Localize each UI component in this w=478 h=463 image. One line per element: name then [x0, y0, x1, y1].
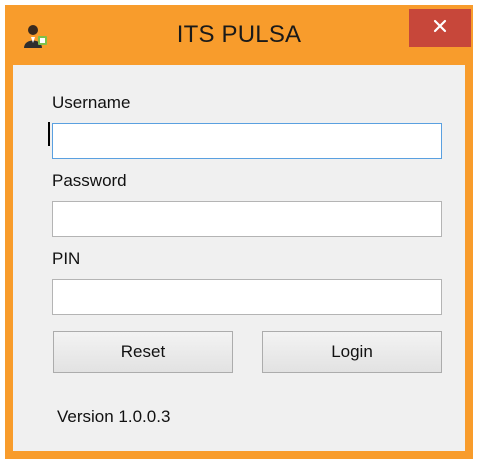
close-icon [433, 19, 447, 38]
pin-label: PIN [52, 249, 81, 268]
title-bar: ITS PULSA [5, 5, 473, 65]
password-label: Password [52, 171, 127, 190]
password-input[interactable] [52, 201, 442, 237]
form-panel: Username Password PIN Reset Login Versio… [13, 65, 465, 451]
username-label: Username [52, 93, 131, 112]
pin-input[interactable] [52, 279, 442, 315]
window-title: ITS PULSA [176, 21, 302, 48]
text-cursor [48, 122, 50, 146]
version-label: Version 1.0.0.3 [57, 407, 171, 426]
login-button[interactable]: Login [262, 331, 442, 373]
login-window: ITS PULSA Username Password PIN Reset Lo… [5, 5, 473, 459]
reset-button[interactable]: Reset [53, 331, 233, 373]
close-button[interactable] [409, 9, 471, 47]
username-input[interactable] [52, 123, 442, 159]
